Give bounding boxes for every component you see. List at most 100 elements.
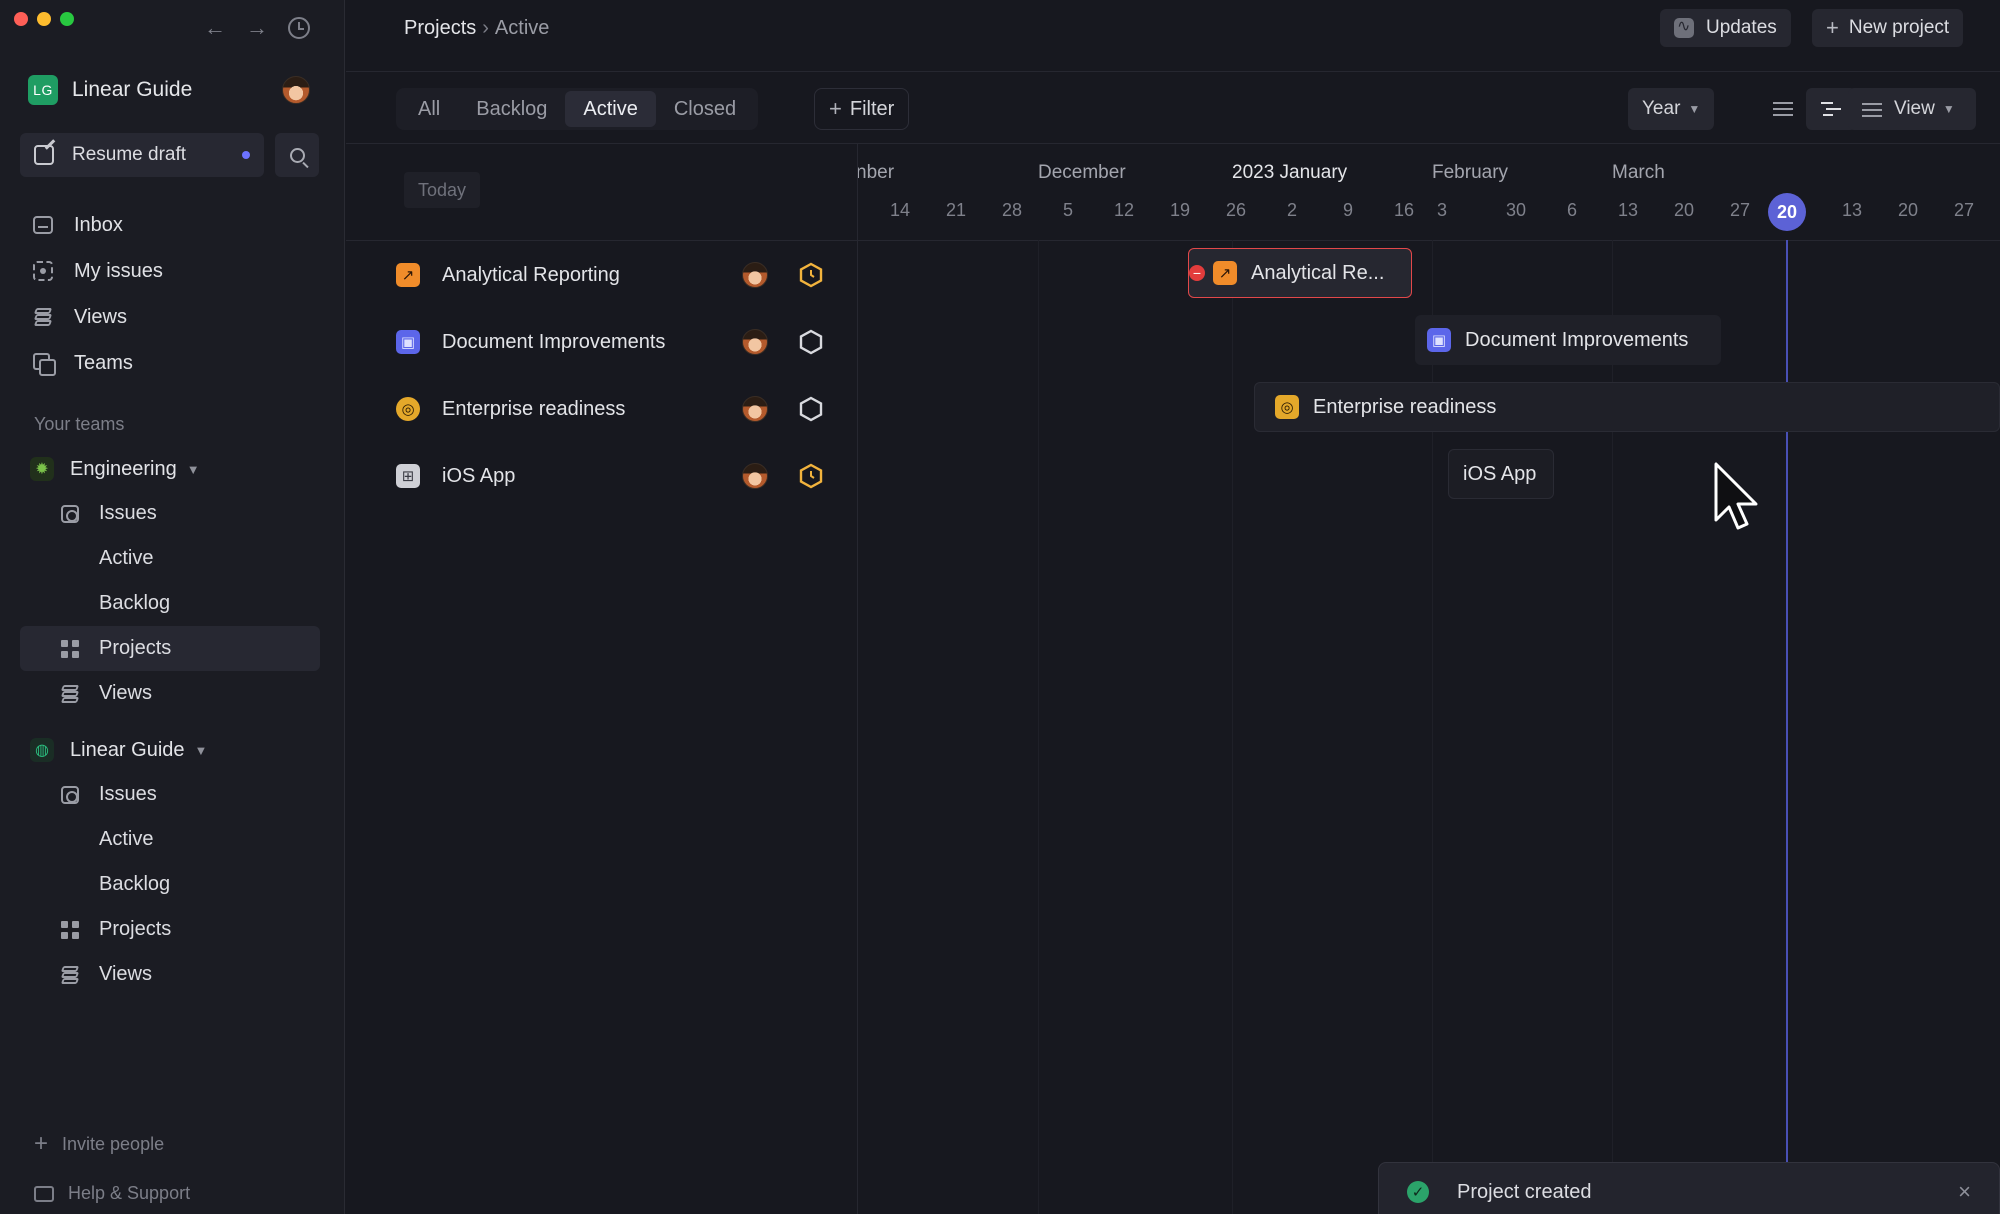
month-label: 2023 January xyxy=(1232,162,1348,183)
item-label: Backlog xyxy=(99,592,171,614)
tab-active[interactable]: Active xyxy=(565,91,656,127)
resume-draft-label: Resume draft xyxy=(72,144,187,165)
zoom-window-button[interactable] xyxy=(60,12,74,26)
day-label: 13 xyxy=(1841,200,1863,220)
nav-teams[interactable]: Teams xyxy=(20,340,320,386)
invite-people-link[interactable]: + Invite people xyxy=(34,1130,164,1158)
plus-icon: + xyxy=(1826,15,1839,40)
nav-inbox[interactable]: Inbox xyxy=(20,202,320,248)
mouse-cursor-icon xyxy=(1714,462,1758,530)
resume-draft-button[interactable]: Resume draft xyxy=(20,133,264,177)
updates-button[interactable]: Updates xyxy=(1660,9,1791,47)
team-item-issues[interactable]: Issues xyxy=(20,772,320,817)
team-engineering: ✹ Engineering ▼ Issues Active Backlog Pr… xyxy=(20,447,320,716)
teams-icon xyxy=(33,353,56,376)
sidebar: ← → LG Linear Guide Resume draft Inbox M… xyxy=(0,0,345,1214)
nav-label: Inbox xyxy=(74,213,123,236)
close-icon[interactable]: × xyxy=(1958,1179,1971,1205)
team-item-projects[interactable]: Projects xyxy=(20,626,320,671)
remove-icon[interactable]: − xyxy=(1189,265,1205,281)
bar-label: Document Improvements xyxy=(1465,328,1689,351)
item-label: Issues xyxy=(99,502,157,524)
item-label: Projects xyxy=(99,918,172,940)
briefcase-icon: ▣ xyxy=(1427,328,1451,352)
timeline-bar[interactable]: − ↗ Analytical Re... xyxy=(1188,248,1412,298)
timeline[interactable]: nber December 2023 January February Marc… xyxy=(858,144,2000,1214)
new-project-button[interactable]: + New project xyxy=(1812,9,1964,47)
team-item-issues[interactable]: Issues xyxy=(20,491,320,536)
day-label: 20 xyxy=(1673,200,1695,220)
help-chat-icon xyxy=(34,1185,54,1202)
project-name: Enterprise readiness xyxy=(442,397,626,420)
team-item-backlog[interactable]: Backlog xyxy=(20,581,320,626)
team-item-active[interactable]: Active xyxy=(20,817,320,862)
team-item-backlog[interactable]: Backlog xyxy=(20,862,320,907)
team-item-projects[interactable]: Projects xyxy=(20,907,320,952)
status-hexagon-icon[interactable] xyxy=(798,396,824,422)
tab-backlog[interactable]: Backlog xyxy=(458,91,565,127)
workspace-switcher[interactable]: LG Linear Guide xyxy=(28,74,310,106)
zoom-select[interactable]: Year ▼ xyxy=(1628,88,1715,130)
month-label: nber xyxy=(858,162,895,183)
plus-icon: + xyxy=(34,1130,49,1157)
tab-closed[interactable]: Closed xyxy=(656,91,754,127)
back-arrow-icon[interactable]: ← xyxy=(204,14,226,42)
close-window-button[interactable] xyxy=(14,12,28,26)
status-hexagon-icon[interactable] xyxy=(798,262,824,288)
team-item-active[interactable]: Active xyxy=(20,536,320,581)
filter-button[interactable]: + Filter xyxy=(814,88,910,130)
timeline-bar[interactable]: iOS App xyxy=(1448,449,1554,499)
breadcrumb-projects[interactable]: Projects xyxy=(404,17,476,39)
timeline-bar[interactable]: ◎ Enterprise readiness xyxy=(1254,382,2000,432)
invite-label: Invite people xyxy=(62,1133,165,1154)
nav-label: Teams xyxy=(74,351,133,374)
help-label: Help & Support xyxy=(68,1183,191,1203)
day-label: 26 xyxy=(1225,200,1247,220)
list-layout-button[interactable] xyxy=(1758,88,1808,130)
lead-avatar[interactable] xyxy=(742,329,768,355)
day-label: 19 xyxy=(1169,200,1191,220)
minimize-window-button[interactable] xyxy=(37,12,51,26)
team-header[interactable]: ✹ Engineering ▼ xyxy=(20,447,320,491)
briefcase-icon: ▣ xyxy=(396,330,420,354)
team-header[interactable]: ◍ Linear Guide ▼ xyxy=(20,728,320,772)
forward-arrow-icon[interactable]: → xyxy=(246,14,268,42)
item-label: Active xyxy=(99,547,154,569)
top-bar: Projects ›Active Updates + New project xyxy=(346,0,2000,72)
team-name: Engineering xyxy=(70,457,177,480)
nav-views[interactable]: Views xyxy=(20,294,320,340)
search-button[interactable] xyxy=(275,133,319,177)
lead-avatar[interactable] xyxy=(742,463,768,489)
lead-avatar[interactable] xyxy=(742,262,768,288)
view-options-button[interactable]: View ▼ xyxy=(1848,88,1976,130)
breadcrumb-separator: › xyxy=(482,17,489,39)
project-row[interactable]: ◎ Enterprise readiness xyxy=(346,376,858,442)
globe-icon: ◎ xyxy=(396,397,420,421)
workspace-name: Linear Guide xyxy=(72,78,193,101)
status-hexagon-icon[interactable] xyxy=(798,329,824,355)
team-item-views[interactable]: Views xyxy=(20,952,320,997)
help-support-link[interactable]: Help & Support xyxy=(34,1183,190,1204)
history-clock-icon[interactable] xyxy=(288,17,310,39)
pulse-icon xyxy=(1674,16,1694,38)
tab-all[interactable]: All xyxy=(400,91,458,127)
today-button[interactable]: Today xyxy=(404,172,481,208)
team-item-views[interactable]: Views xyxy=(20,671,320,716)
lead-avatar[interactable] xyxy=(742,396,768,422)
project-row[interactable]: ▣ Document Improvements xyxy=(346,309,858,375)
nav-my-issues[interactable]: My issues xyxy=(20,248,320,294)
user-avatar[interactable] xyxy=(282,76,310,104)
day-label: 21 xyxy=(945,200,967,220)
today-date-badge: 20 xyxy=(1768,193,1806,231)
day-label: 27 xyxy=(1729,200,1751,220)
status-hexagon-icon[interactable] xyxy=(798,463,824,489)
bar-label: iOS App xyxy=(1463,462,1537,485)
status-tabs: All Backlog Active Closed xyxy=(396,88,759,130)
your-teams-heading: Your teams xyxy=(34,414,125,434)
project-row[interactable]: ⊞ iOS App xyxy=(346,443,858,509)
gear-icon: ✹ xyxy=(30,457,54,481)
breadcrumb: Projects › Active xyxy=(404,17,549,40)
timeline-bar[interactable]: ▣ Document Improvements xyxy=(1415,315,1721,365)
filter-label: Filter xyxy=(849,97,895,120)
project-row[interactable]: ↗ Analytical Reporting xyxy=(346,242,858,308)
